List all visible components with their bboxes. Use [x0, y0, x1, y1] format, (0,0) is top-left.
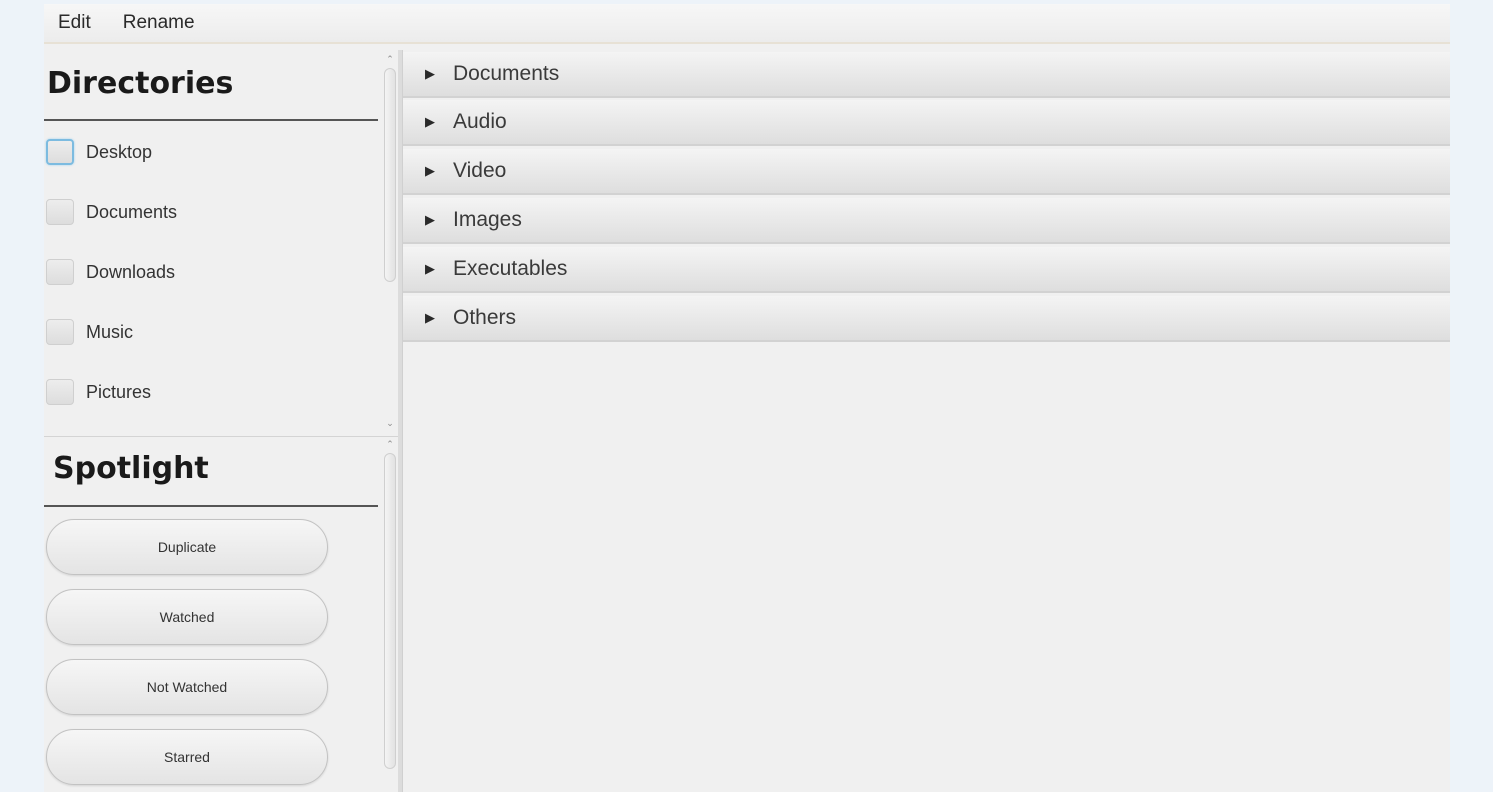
expand-arrow-icon: ▶: [425, 261, 435, 276]
category-images[interactable]: ▶ Images: [403, 198, 1450, 244]
category-label: Images: [453, 208, 522, 231]
spotlight-pane: Spotlight Duplicate Watched Not Watched …: [44, 436, 402, 792]
directory-label: Pictures: [86, 381, 152, 402]
category-others[interactable]: ▶ Others: [403, 296, 1450, 342]
directory-item-documents[interactable]: Documents: [46, 198, 177, 226]
sidebar: Directories Desktop Documents Downloads …: [44, 50, 402, 792]
expand-arrow-icon: ▶: [425, 212, 435, 227]
directory-item-pictures[interactable]: Pictures: [46, 378, 151, 406]
directory-item-music[interactable]: Music: [46, 318, 133, 346]
directory-item-downloads[interactable]: Downloads: [46, 258, 175, 286]
category-accordion: ▶ Documents ▶ Audio ▶ Video ▶ Images ▶ E…: [402, 50, 1450, 792]
directory-item-desktop[interactable]: Desktop: [46, 138, 152, 166]
scroll-thumb[interactable]: [384, 68, 396, 282]
category-video[interactable]: ▶ Video: [403, 149, 1450, 195]
directory-label: Downloads: [86, 261, 176, 282]
category-label: Audio: [453, 110, 507, 133]
menu-bar: Edit Rename: [44, 4, 1450, 44]
checkbox[interactable]: [46, 379, 74, 405]
directory-label: Desktop: [86, 141, 153, 162]
spotlight-divider: [44, 505, 378, 507]
category-executables[interactable]: ▶ Executables: [403, 247, 1450, 293]
category-documents[interactable]: ▶ Documents: [403, 52, 1450, 98]
directory-label: Music: [86, 321, 134, 342]
directories-scrollbar[interactable]: ⌃ ⌄: [382, 54, 398, 430]
scroll-down-icon[interactable]: ⌄: [385, 418, 395, 428]
checkbox[interactable]: [46, 199, 74, 225]
category-label: Executables: [453, 257, 568, 280]
expand-arrow-icon: ▶: [425, 114, 435, 129]
spotlight-title: Spotlight: [53, 451, 209, 486]
checkbox[interactable]: [46, 139, 74, 165]
watched-button[interactable]: Watched: [46, 589, 328, 645]
scroll-up-icon[interactable]: ⌃: [385, 439, 395, 449]
category-label: Video: [453, 159, 507, 182]
directories-title: Directories: [47, 66, 234, 101]
category-label: Others: [453, 306, 517, 329]
scroll-thumb[interactable]: [384, 453, 396, 769]
spotlight-scrollbar[interactable]: ⌃: [382, 439, 398, 791]
duplicate-button[interactable]: Duplicate: [46, 519, 328, 575]
expand-arrow-icon: ▶: [425, 310, 435, 325]
not-watched-button[interactable]: Not Watched: [46, 659, 328, 715]
menu-rename[interactable]: Rename: [123, 12, 195, 34]
category-label: Documents: [453, 62, 560, 85]
starred-button[interactable]: Starred: [46, 729, 328, 785]
checkbox[interactable]: [46, 259, 74, 285]
menu-edit[interactable]: Edit: [58, 12, 91, 34]
directories-divider: [44, 119, 378, 121]
expand-arrow-icon: ▶: [425, 66, 435, 81]
directories-pane: Directories Desktop Documents Downloads …: [44, 50, 402, 436]
category-audio[interactable]: ▶ Audio: [403, 100, 1450, 146]
checkbox[interactable]: [46, 319, 74, 345]
app-window: Edit Rename Directories Desktop Document…: [44, 4, 1450, 792]
directory-label: Documents: [86, 201, 178, 222]
expand-arrow-icon: ▶: [425, 163, 435, 178]
scroll-up-icon[interactable]: ⌃: [385, 54, 395, 64]
